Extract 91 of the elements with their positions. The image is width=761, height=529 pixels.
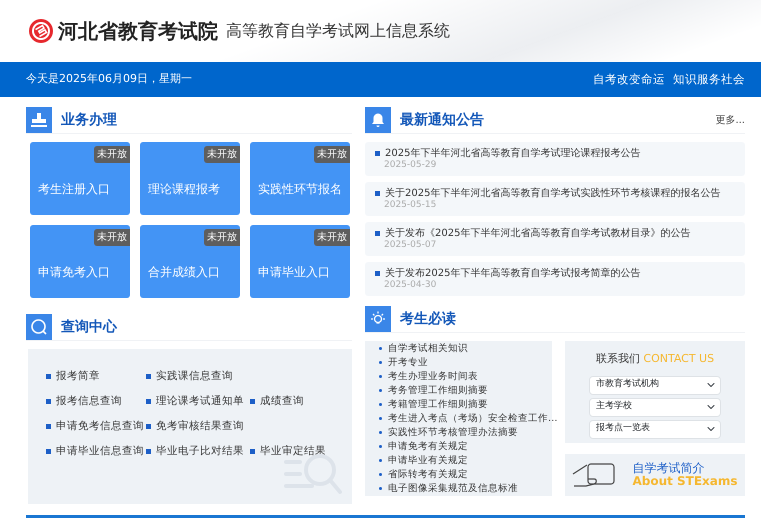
- query-link[interactable]: 申请免考信息查询: [56, 419, 144, 435]
- query-link[interactable]: 免考审核结果查询: [156, 419, 244, 435]
- bullet-icon: [46, 424, 51, 430]
- date-text: 今天是2025年06月09日，星期一: [26, 71, 192, 88]
- notice-date: 2025-05-15: [384, 201, 438, 211]
- query-link[interactable]: 毕业电子比对结果: [156, 444, 244, 460]
- guide-link[interactable]: 考生办理业务时间表: [379, 370, 480, 384]
- notice-title: 关于2025年下半年河北省高等教育自学考试实践性环节考核课程的报名公告: [385, 186, 720, 200]
- guide-link[interactable]: 考务管理工作细则摘要: [379, 384, 490, 398]
- status-badge: 未开放: [314, 229, 350, 246]
- entry-tile[interactable]: 未开放 申请免考入口: [30, 225, 130, 298]
- logo-icon: [28, 18, 54, 44]
- entry-tile[interactable]: 未开放 申请毕业入口: [250, 225, 350, 298]
- notice-date: 2025-04-30: [384, 281, 438, 291]
- notice-title: 2025年下半年河北省高等教育自学考试理论课程报考公告: [385, 146, 640, 160]
- query-link[interactable]: 理论课考试通知单: [156, 394, 244, 410]
- status-badge: 未开放: [204, 229, 240, 246]
- dropdown[interactable]: 报考点一览表: [589, 420, 721, 438]
- bullet-icon: [379, 360, 382, 364]
- bullet-icon: [375, 231, 380, 236]
- entry-tile[interactable]: 未开放 合并成绩入口: [140, 225, 240, 298]
- entry-tile[interactable]: 未开放 理论课程报考: [140, 142, 240, 215]
- bullet-icon: [379, 458, 382, 462]
- bullet-icon: [250, 449, 255, 454]
- section-title: 业务办理: [61, 110, 117, 130]
- system-name: 高等教育自学考试网上信息系统: [226, 20, 450, 42]
- lightbulb-icon: [365, 306, 391, 332]
- query-link[interactable]: 报考信息查询: [56, 394, 122, 410]
- bullet-icon: [46, 374, 51, 380]
- bullet-icon: [379, 346, 382, 350]
- bullet-icon: [375, 151, 380, 156]
- status-badge: 未开放: [314, 146, 350, 163]
- bullet-icon: [379, 472, 382, 476]
- guide-link[interactable]: 自学考试相关知识: [379, 342, 470, 356]
- guide-link[interactable]: 考生进入考点（考场）安全检查工作…: [379, 412, 560, 426]
- entry-tile[interactable]: 未开放 实践性环节报名: [250, 142, 350, 215]
- bullet-icon: [250, 399, 255, 404]
- contact-title: 联系我们 CONTACT US: [594, 351, 716, 367]
- query-link[interactable]: 毕业审定结果: [260, 444, 326, 460]
- notice-item[interactable]: 关于发布《2025年下半年河北省高等教育自学考试教材目录》的公告 2025-05-07: [365, 222, 745, 256]
- entry-tile[interactable]: 未开放 考生注册入口: [30, 142, 130, 215]
- notice-title: 关于发布《2025年下半年河北省高等教育自学考试教材目录》的公告: [385, 226, 690, 240]
- notice-date: 2025-05-07: [384, 241, 438, 251]
- notice-item[interactable]: 2025年下半年河北省高等教育自学考试理论课程报考公告 2025-05-29: [365, 142, 745, 176]
- bullet-icon: [146, 424, 151, 430]
- guide-link[interactable]: 开考专业: [379, 356, 430, 370]
- query-link[interactable]: 申请毕业信息查询: [56, 444, 144, 460]
- guide-link[interactable]: 电子图像采集规范及信息标准: [379, 482, 520, 496]
- notice-item[interactable]: 关于2025年下半年河北省高等教育自学考试实践性环节考核课程的报名公告 2025-05-15: [365, 182, 745, 216]
- query-link[interactable]: 实践课信息查询: [156, 369, 233, 385]
- section-title: 最新通知公告: [400, 110, 484, 130]
- more-link[interactable]: 更多...: [715, 112, 745, 128]
- bell-icon: [365, 107, 391, 133]
- bullet-icon: [375, 191, 380, 196]
- guide-link[interactable]: 申请免考有关规定: [379, 440, 470, 454]
- bullet-icon: [46, 449, 51, 454]
- query-link[interactable]: 成绩查询: [260, 394, 304, 410]
- guide-link[interactable]: 考籍管理工作细则摘要: [379, 398, 490, 412]
- nav-link[interactable]: 知识服务社会: [673, 70, 745, 88]
- guide-link[interactable]: 实践性环节考核管理办法摘要: [379, 426, 520, 440]
- status-badge: 未开放: [94, 229, 130, 246]
- search-icon: [26, 314, 52, 340]
- section-title: 查询中心: [61, 318, 117, 336]
- notice-item[interactable]: 关于发布2025年下半年高等教育自学考试报考简章的公告 2025-04-30: [365, 262, 745, 296]
- bullet-icon: [379, 444, 382, 448]
- notice-date: 2025-05-29: [384, 161, 438, 171]
- dropdown[interactable]: 主考学校: [589, 398, 721, 416]
- notice-title: 关于发布2025年下半年高等教育自学考试报考简章的公告: [385, 266, 640, 280]
- bullet-icon: [146, 449, 151, 454]
- bullet-icon: [379, 430, 382, 434]
- bullet-icon: [46, 399, 51, 404]
- guide-link[interactable]: 省际转考有关规定: [379, 468, 470, 482]
- org-name: 河北省教育考试院: [58, 18, 218, 45]
- bullet-icon: [379, 374, 382, 378]
- bullet-icon: [379, 388, 382, 392]
- nav-link[interactable]: 自考改变命运: [593, 70, 665, 88]
- status-badge: 未开放: [94, 146, 130, 163]
- section-title: 考生必读: [400, 310, 456, 328]
- bullet-icon: [146, 374, 151, 380]
- dropdown[interactable]: 市教育考试机构: [589, 376, 721, 394]
- status-badge: 未开放: [204, 146, 240, 163]
- bullet-icon: [379, 416, 382, 420]
- bullet-icon: [379, 402, 382, 406]
- intro-card[interactable]: 自学考试简介 About STExams: [565, 454, 745, 496]
- bullet-icon: [375, 271, 380, 276]
- query-link[interactable]: 报考简章: [56, 369, 100, 385]
- hand-card-icon: [572, 462, 616, 488]
- guide-link[interactable]: 申请毕业有关规定: [379, 454, 470, 468]
- bullet-icon: [379, 486, 382, 490]
- bullet-icon: [146, 399, 151, 404]
- stamp-icon: [26, 107, 52, 133]
